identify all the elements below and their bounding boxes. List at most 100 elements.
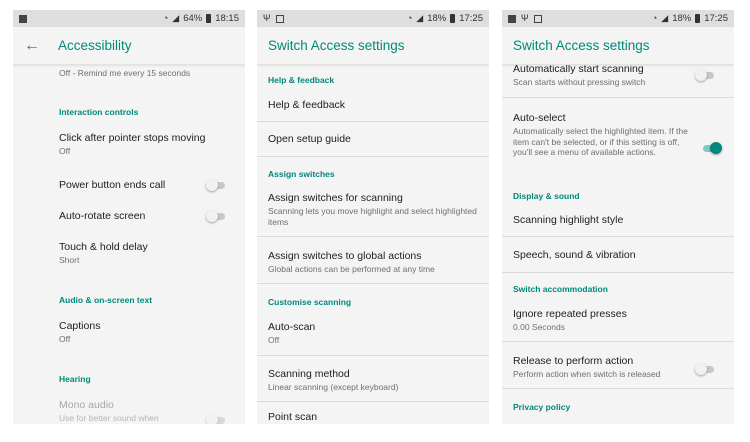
setting-title: Open setup guide xyxy=(268,133,351,145)
debug-icon xyxy=(275,14,284,23)
section-header-accommodation: Switch accommodation xyxy=(502,284,734,294)
clock: 17:25 xyxy=(459,13,483,24)
setting-open-setup-guide[interactable]: Open setup guide xyxy=(257,133,489,146)
setting-scanning-method[interactable]: Scanning method Linear scanning (except … xyxy=(257,368,489,393)
app-bar: ← Accessibility xyxy=(13,27,245,65)
page-title: Switch Access settings xyxy=(513,38,650,53)
setting-title: Click after pointer stops moving xyxy=(59,132,206,144)
setting-summary: Perform action when switch is released xyxy=(513,369,661,379)
setting-summary: Off xyxy=(59,146,71,156)
setting-help-feedback[interactable]: Help & feedback xyxy=(257,99,489,112)
setting-summary: Scan starts without pressing switch xyxy=(513,77,646,87)
setting-title: Mono audio xyxy=(59,399,114,411)
usb-icon: Ψ xyxy=(521,13,529,23)
divider xyxy=(502,272,734,273)
section-header-label: Display & sound xyxy=(513,191,580,201)
power-button-toggle[interactable] xyxy=(206,179,226,191)
section-header-label: Assign switches xyxy=(268,169,335,179)
setting-captions[interactable]: Captions Off xyxy=(13,320,245,345)
usb-icon: Ψ xyxy=(263,13,271,23)
section-header-interaction: Interaction controls xyxy=(13,107,245,117)
setting-title: Help & feedback xyxy=(268,99,346,111)
debug-icon xyxy=(533,14,542,23)
mono-audio-toggle[interactable] xyxy=(206,414,226,424)
setting-title: Automatically start scanning xyxy=(513,65,644,75)
section-header-help: Help & feedback xyxy=(257,75,489,85)
divider xyxy=(502,97,734,98)
section-header-label: Audio & on-screen text xyxy=(59,295,153,305)
section-header-audio: Audio & on-screen text xyxy=(13,295,245,305)
setting-assign-global[interactable]: Assign switches to global actions Global… xyxy=(257,250,489,275)
clock: 18:15 xyxy=(215,13,239,24)
setting-summary: Off xyxy=(59,334,71,344)
list-item[interactable]: Off - Remind me every 15 seconds xyxy=(13,67,245,79)
setting-ignore-repeated-presses[interactable]: Ignore repeated presses 0.00 Seconds xyxy=(502,308,734,333)
setting-assign-scanning[interactable]: Assign switches for scanning Scanning le… xyxy=(257,192,489,227)
release-to-perform-toggle[interactable] xyxy=(695,363,715,375)
setting-point-scan[interactable]: Point scan xyxy=(257,411,489,424)
settings-list: Off - Remind me every 15 seconds Interac… xyxy=(13,65,245,424)
wifi-icon: ◔ xyxy=(162,13,169,23)
section-header-label: Switch accommodation xyxy=(513,284,608,294)
section-header-assign: Assign switches xyxy=(257,169,489,179)
section-header-label: Help & feedback xyxy=(268,75,335,85)
battery-icon xyxy=(206,14,212,23)
divider xyxy=(257,156,489,157)
setting-title: Point scan xyxy=(268,411,318,423)
setting-title: Speech, sound & vibration xyxy=(513,249,636,261)
auto-rotate-toggle[interactable] xyxy=(206,210,226,222)
divider xyxy=(502,388,734,389)
signal-icon: ◢ xyxy=(416,13,424,23)
battery-icon xyxy=(695,14,701,23)
section-header-hearing: Hearing xyxy=(13,374,245,384)
setting-highlight-style[interactable]: Scanning highlight style xyxy=(502,214,734,227)
section-header-label: Hearing xyxy=(59,374,91,384)
divider xyxy=(257,401,489,402)
divider xyxy=(257,283,489,284)
divider xyxy=(502,341,734,342)
image-icon xyxy=(19,14,27,23)
setting-auto-select[interactable]: Auto-select Automatically select the hig… xyxy=(502,112,734,158)
signal-icon: ◢ xyxy=(661,13,669,23)
setting-touch-hold-delay[interactable]: Touch & hold delay Short xyxy=(13,241,245,266)
setting-title: Auto-select xyxy=(513,112,566,124)
wifi-icon: ◔ xyxy=(651,13,658,23)
setting-summary: Off xyxy=(268,335,280,345)
auto-start-scanning-toggle[interactable] xyxy=(695,69,715,81)
divider xyxy=(257,121,489,122)
setting-auto-scan[interactable]: Auto-scan Off xyxy=(257,321,489,346)
status-bar: Ψ ◔ ◢ 18% 17:25 xyxy=(257,10,489,27)
switch-access-screen-1: Ψ ◔ ◢ 18% 17:25 Switch Access settings H… xyxy=(257,10,489,424)
section-header-label: Interaction controls xyxy=(59,107,139,117)
setting-speech-sound-vibration[interactable]: Speech, sound & vibration xyxy=(502,249,734,262)
battery-level: 18% xyxy=(427,13,447,24)
setting-click-after-pointer[interactable]: Click after pointer stops moving Off xyxy=(13,132,245,157)
app-bar: Switch Access settings xyxy=(502,27,734,65)
back-arrow-icon[interactable]: ← xyxy=(24,37,58,54)
setting-title: Assign switches for scanning xyxy=(268,192,403,204)
setting-title: Release to perform action xyxy=(513,355,634,367)
section-header-label: Privacy policy xyxy=(513,402,571,412)
setting-summary: Linear scanning (except keyboard) xyxy=(268,382,399,392)
divider xyxy=(257,236,489,237)
setting-title: Assign switches to global actions xyxy=(268,250,422,262)
settings-list: Automatically start scanning Scan starts… xyxy=(502,65,734,424)
setting-title: Auto-scan xyxy=(268,321,316,333)
auto-select-toggle[interactable] xyxy=(701,142,722,154)
setting-title: Scanning highlight style xyxy=(513,214,624,226)
section-header-privacy[interactable]: Privacy policy xyxy=(502,402,734,412)
setting-summary: Short xyxy=(59,255,80,265)
image-icon xyxy=(508,14,516,23)
setting-title: Captions xyxy=(59,320,101,332)
page-title: Accessibility xyxy=(58,38,132,53)
section-header-label: Customise scanning xyxy=(268,297,352,307)
setting-summary: Automatically select the highlighted ite… xyxy=(513,126,688,157)
battery-icon xyxy=(450,14,456,23)
settings-list: Help & feedback Help & feedback Open set… xyxy=(257,65,489,424)
page-title: Switch Access settings xyxy=(268,38,405,53)
battery-level: 18% xyxy=(672,13,692,24)
signal-icon: ◢ xyxy=(172,13,180,23)
status-bar: ◔ ◢ 64% 18:15 xyxy=(13,10,245,27)
section-header-customise: Customise scanning xyxy=(257,297,489,307)
battery-level: 64% xyxy=(183,13,203,24)
